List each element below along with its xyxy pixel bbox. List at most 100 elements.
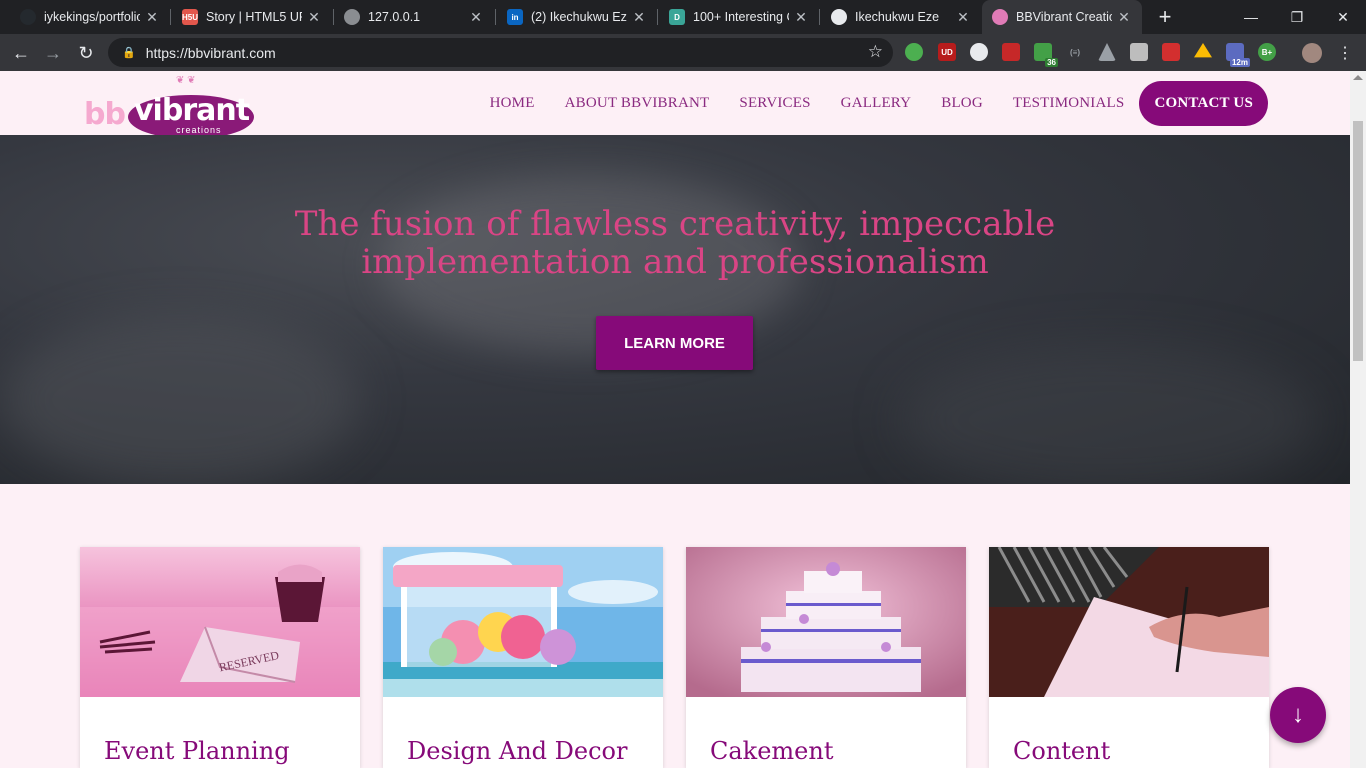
linkedin-icon: in	[507, 9, 523, 25]
window-close-button[interactable]: ✕	[1320, 0, 1366, 34]
close-icon[interactable]: ✕	[793, 9, 809, 26]
extension-triangle-icon[interactable]	[1098, 43, 1116, 61]
tab-localhost[interactable]: 127.0.0.1 ✕	[334, 0, 494, 34]
nav-home[interactable]: HOME	[490, 95, 535, 112]
contact-us-button[interactable]: CONTACT US	[1139, 81, 1268, 126]
address-bar[interactable]: 🔒 https://bbvibrant.com ☆	[108, 38, 893, 67]
tab-title: iykekings/portfolio	[44, 10, 140, 24]
globe-icon	[344, 9, 360, 25]
bbvibrant-logo[interactable]: ❦ ❦ bb vibrant creations	[84, 75, 256, 139]
browser-toolbar: ← → ↻ 🔒 https://bbvibrant.com ☆ UD 36 (≡…	[0, 34, 1366, 71]
floral-arch-image	[383, 547, 663, 697]
card-design-and-decor[interactable]: Design And Decor	[383, 547, 663, 768]
reload-icon[interactable]: ↻	[73, 40, 99, 66]
services-cards: RESERVED Event Planning Design And Decor…	[80, 547, 1270, 768]
nav-testimonials[interactable]: TESTIMONIALS	[1013, 95, 1125, 112]
arrow-down-icon: ↓	[1292, 701, 1304, 728]
close-icon[interactable]: ✕	[631, 9, 647, 26]
card-cakement[interactable]: Cakement	[686, 547, 966, 768]
extension-code-icon[interactable]: (≡)	[1066, 43, 1084, 61]
new-tab-button[interactable]: +	[1152, 0, 1178, 34]
extension-circle-icon[interactable]	[970, 43, 988, 61]
scrollbar-thumb[interactable]	[1353, 121, 1363, 361]
hero-section: The fusion of flawless creativity, impec…	[0, 135, 1350, 484]
nav-gallery[interactable]: GALLERY	[841, 95, 912, 112]
card-title: Design And Decor	[407, 737, 628, 765]
tab-title: 127.0.0.1	[368, 10, 421, 24]
hero-headline-line2: implementation and professionalism	[361, 242, 989, 282]
logo-bb-text: bb	[84, 97, 126, 132]
scroll-up-arrow-icon[interactable]	[1353, 75, 1363, 80]
close-icon[interactable]: ✕	[1116, 9, 1132, 26]
tab-title: Ikechukwu Eze	[855, 10, 940, 24]
main-nav: HOME ABOUT BBVIBRANT SERVICES GALLERY BL…	[460, 81, 1268, 126]
card-title: Content	[1013, 737, 1111, 765]
globe-icon	[831, 9, 847, 25]
writing-hand-image	[989, 547, 1269, 697]
card-event-planning[interactable]: RESERVED Event Planning	[80, 547, 360, 768]
reserved-table-image: RESERVED	[80, 547, 360, 697]
logo-creations-text: creations	[176, 125, 222, 135]
profile-avatar[interactable]	[1302, 43, 1322, 63]
learn-more-button[interactable]: LEARN MORE	[596, 316, 753, 370]
tab-separator	[170, 9, 171, 25]
minimize-button[interactable]: —	[1228, 0, 1274, 34]
forward-arrow-icon[interactable]: →	[40, 40, 66, 66]
tab-portfolio[interactable]: Ikechukwu Eze ✕	[821, 0, 981, 34]
tab-separator	[819, 9, 820, 25]
card-title: Event Planning	[104, 737, 290, 765]
extension-badge: 12m	[1229, 58, 1250, 67]
card-title: Cakement	[710, 737, 834, 765]
tab-linkedin[interactable]: in (2) Ikechukwu Eze ✕	[497, 0, 657, 34]
scroll-down-button[interactable]: ↓	[1270, 687, 1326, 743]
tab-bbvibrant[interactable]: BBVibrant Creation ✕	[982, 0, 1142, 34]
tab-github[interactable]: iykekings/portfolio ✕	[10, 0, 170, 34]
extension-b-icon[interactable]: B+	[1258, 43, 1276, 61]
bookmark-star-icon[interactable]: ☆	[868, 42, 883, 62]
back-arrow-icon[interactable]: ←	[8, 40, 34, 66]
hero-background-cloud	[900, 345, 1320, 484]
tab-html5up[interactable]: H5U Story | HTML5 UP ✕	[172, 0, 332, 34]
wedding-cake-image	[686, 547, 966, 697]
extension-timer-icon[interactable]: 12m	[1226, 43, 1250, 67]
html5up-icon: H5U	[182, 9, 198, 25]
browser-tab-strip: iykekings/portfolio ✕ H5U Story | HTML5 …	[0, 0, 1366, 34]
menu-dots-icon[interactable]: ⋮	[1332, 40, 1358, 66]
close-icon[interactable]: ✕	[306, 9, 322, 26]
extension-green-icon[interactable]: 36	[1034, 43, 1058, 67]
dev-icon: D	[669, 9, 685, 25]
nav-services[interactable]: SERVICES	[739, 95, 810, 112]
nav-blog[interactable]: BLOG	[941, 95, 983, 112]
extension-page-icon[interactable]	[1130, 43, 1148, 61]
site-header: ❦ ❦ bb vibrant creations HOME ABOUT BBVI…	[0, 71, 1350, 139]
tab-title: Story | HTML5 UP	[206, 10, 302, 24]
bbvibrant-icon	[992, 9, 1008, 25]
ublock-icon[interactable]: UD	[938, 43, 956, 61]
tab-separator	[495, 9, 496, 25]
card-content[interactable]: Content	[989, 547, 1269, 768]
pdf-icon[interactable]	[1002, 43, 1020, 61]
tab-title: BBVibrant Creation	[1016, 10, 1112, 24]
hero-headline-line1: The fusion of flawless creativity, impec…	[294, 204, 1056, 244]
page-scrollbar[interactable]	[1350, 71, 1366, 768]
tab-dev[interactable]: D 100+ Interesting C ✕	[659, 0, 819, 34]
extension-badge: 36	[1045, 58, 1058, 67]
hero-background-cloud	[0, 315, 360, 484]
close-icon[interactable]: ✕	[144, 9, 160, 26]
google-drive-icon[interactable]	[1194, 43, 1212, 58]
hero-headline: The fusion of flawless creativity, impec…	[0, 205, 1350, 281]
logo-vibrant-text: vibrant	[134, 93, 250, 128]
github-icon	[20, 9, 36, 25]
url-text: https://bbvibrant.com	[145, 44, 276, 61]
lock-icon: 🔒	[122, 47, 136, 59]
tab-separator	[657, 9, 658, 25]
nav-about[interactable]: ABOUT BBVIBRANT	[565, 95, 710, 112]
butterfly-icon: ❦ ❦	[176, 75, 196, 86]
restore-button[interactable]: ❐	[1274, 0, 1320, 34]
tab-title: 100+ Interesting C	[693, 10, 789, 24]
tab-title: (2) Ikechukwu Eze	[531, 10, 627, 24]
extension-globe-icon[interactable]	[905, 43, 923, 61]
close-icon[interactable]: ✕	[955, 9, 971, 26]
close-icon[interactable]: ✕	[468, 9, 484, 26]
extension-book-icon[interactable]	[1162, 43, 1180, 61]
